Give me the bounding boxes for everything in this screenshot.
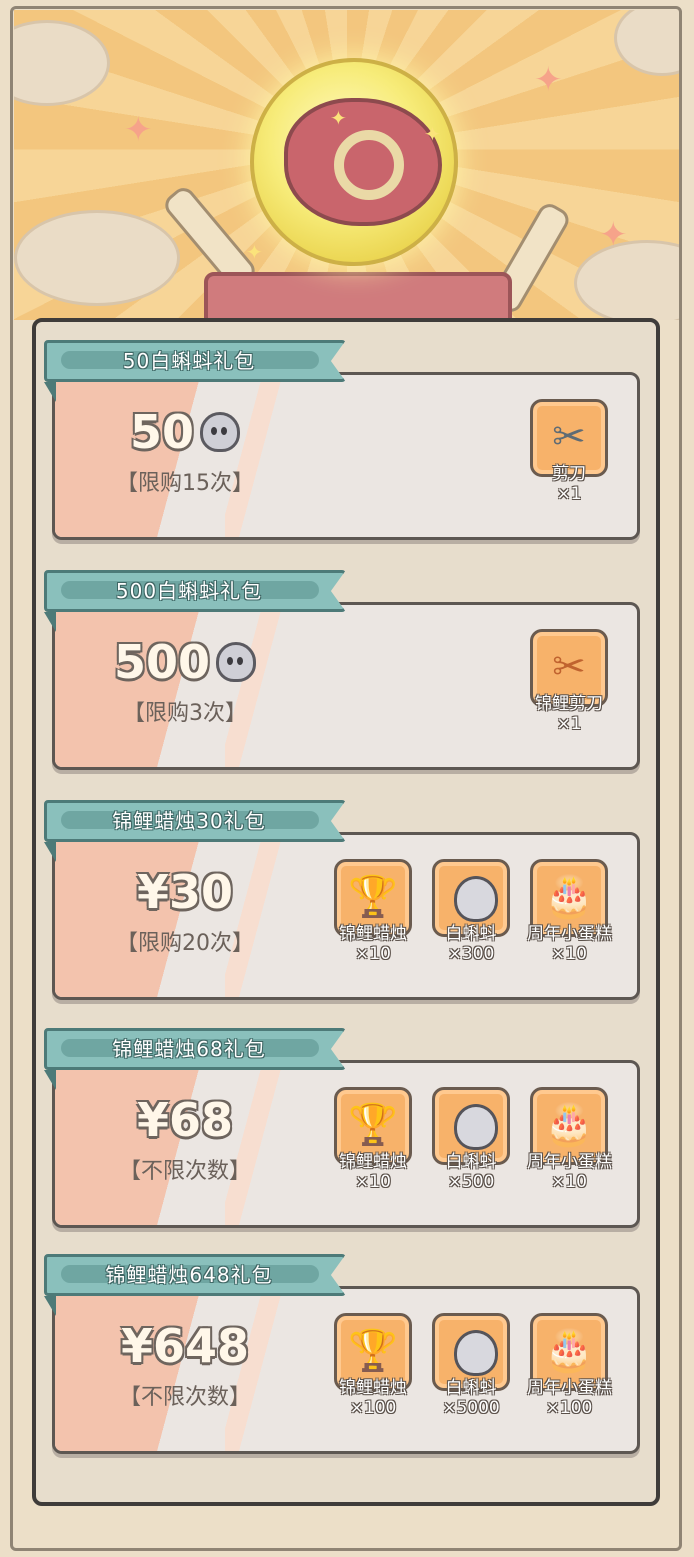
pack-card[interactable]: 500 【限购3次】 ✂ 锦鲤剪刀 ×1 xyxy=(52,602,640,770)
purchase-limit: 【不限次数】 xyxy=(118,1159,251,1184)
koi-candle-icon: 🏆 xyxy=(348,1328,398,1374)
item-quantity: ×100 xyxy=(545,1398,593,1418)
pack-title: 500白蝌蚪礼包 xyxy=(115,579,263,603)
item-name: 白蝌蚪 xyxy=(445,1378,497,1398)
pack-title-ribbon: 锦鲤蜡烛30礼包 xyxy=(44,800,346,842)
item-quantity: ×100 xyxy=(349,1398,397,1418)
reward-item[interactable]: 🎂 周年小蛋糕 ×100 xyxy=(527,1313,612,1418)
price-label: ¥30 xyxy=(136,865,234,919)
koi-candle-icon: 🏆 xyxy=(348,1102,398,1148)
pack-title: 锦鲤蜡烛30礼包 xyxy=(112,809,266,833)
pack-card[interactable]: 50 【限购15次】 ✂ 剪刀 ×1 xyxy=(52,372,640,540)
pack-title: 50白蝌蚪礼包 xyxy=(122,349,256,373)
reward-item[interactable]: 🏆 锦鲤蜡烛 ×100 xyxy=(331,1313,415,1418)
price-area: 500 【限购3次】 xyxy=(85,635,285,727)
white-tadpole-icon xyxy=(216,642,257,682)
item-name: 白蝌蚪 xyxy=(445,1152,497,1172)
item-name: 剪刀 xyxy=(552,464,586,484)
pack-title-ribbon: 50白蝌蚪礼包 xyxy=(44,340,346,382)
item-quantity: ×500 xyxy=(447,1172,495,1192)
price-area: ¥648 【不限次数】 xyxy=(85,1319,285,1411)
price-value: 500 xyxy=(113,635,211,689)
anniversary-cake-icon: 🎂 xyxy=(544,1102,594,1148)
white-tadpole-icon xyxy=(454,1330,498,1376)
reward-items: 🏆 锦鲤蜡烛 ×10 白蝌蚪 ×500 🎂 周年小蛋糕 ×10 xyxy=(331,1087,612,1192)
purchase-limit: 【不限次数】 xyxy=(118,1385,251,1410)
pack-card[interactable]: ¥648 【不限次数】 🏆 锦鲤蜡烛 ×100 白蝌蚪 ×5000 🎂 周年小蛋… xyxy=(52,1286,640,1454)
item-name: 周年小蛋糕 xyxy=(527,1378,612,1398)
reward-item[interactable]: 🎂 周年小蛋糕 ×10 xyxy=(527,859,612,964)
purchase-limit: 【限购3次】 xyxy=(123,701,247,726)
reward-item[interactable]: ✂ 剪刀 ×1 xyxy=(527,399,611,504)
price-area: ¥68 【不限次数】 xyxy=(85,1093,285,1185)
item-name: 周年小蛋糕 xyxy=(527,924,612,944)
price-label: 500 xyxy=(113,635,257,689)
pack-title-ribbon: 锦鲤蜡烛648礼包 xyxy=(44,1254,346,1296)
item-name: 锦鲤蜡烛 xyxy=(339,1378,407,1398)
item-name: 锦鲤蜡烛 xyxy=(339,1152,407,1172)
anniversary-cake-icon: 🎂 xyxy=(544,1328,594,1374)
reward-items: 🏆 锦鲤蜡烛 ×10 白蝌蚪 ×300 🎂 周年小蛋糕 ×10 xyxy=(331,859,612,964)
anniversary-cake-icon: 🎂 xyxy=(544,874,594,920)
item-name: 锦鲤剪刀 xyxy=(535,694,603,714)
price-value: 50 xyxy=(129,405,194,459)
white-tadpole-icon xyxy=(200,412,240,452)
item-quantity: ×5000 xyxy=(442,1398,500,1418)
pack-title: 锦鲤蜡烛68礼包 xyxy=(112,1037,266,1061)
price-label: ¥648 xyxy=(120,1319,250,1373)
price-area: 50 【限购15次】 xyxy=(85,405,285,497)
reward-item[interactable]: 白蝌蚪 ×500 xyxy=(429,1087,513,1192)
reward-items: 🏆 锦鲤蜡烛 ×100 白蝌蚪 ×5000 🎂 周年小蛋糕 ×100 xyxy=(331,1313,612,1418)
reward-item[interactable]: 🎂 周年小蛋糕 ×10 xyxy=(527,1087,612,1192)
item-quantity: ×1 xyxy=(556,484,582,504)
item-quantity: ×1 xyxy=(556,714,582,734)
item-name: 白蝌蚪 xyxy=(445,924,497,944)
purchase-limit: 【限购20次】 xyxy=(116,931,254,956)
item-quantity: ×10 xyxy=(355,1172,391,1192)
reward-items: ✂ 锦鲤剪刀 ×1 xyxy=(527,629,611,734)
reward-items: ✂ 剪刀 ×1 xyxy=(527,399,611,504)
koi-scissors-icon: ✂ xyxy=(552,644,586,690)
white-tadpole-icon xyxy=(454,1104,498,1150)
pack-title-ribbon: 500白蝌蚪礼包 xyxy=(44,570,346,612)
reward-item[interactable]: 🏆 锦鲤蜡烛 ×10 xyxy=(331,859,415,964)
price-label: ¥68 xyxy=(136,1093,234,1147)
scissors-icon: ✂ xyxy=(552,414,586,460)
item-name: 锦鲤蜡烛 xyxy=(339,924,407,944)
reward-item[interactable]: ✂ 锦鲤剪刀 ×1 xyxy=(527,629,611,734)
shop-page: { "packs": [ { "title": "50白蝌蚪礼包", "pric… xyxy=(0,0,694,1557)
purchase-limit: 【限购15次】 xyxy=(116,471,254,496)
item-name: 周年小蛋糕 xyxy=(527,1152,612,1172)
item-quantity: ×10 xyxy=(551,1172,587,1192)
reward-item[interactable]: 白蝌蚪 ×300 xyxy=(429,859,513,964)
item-quantity: ×10 xyxy=(551,944,587,964)
reward-item[interactable]: 白蝌蚪 ×5000 xyxy=(429,1313,513,1418)
koi-candle-icon: 🏆 xyxy=(348,874,398,920)
pack-title-ribbon: 锦鲤蜡烛68礼包 xyxy=(44,1028,346,1070)
pack-title: 锦鲤蜡烛648礼包 xyxy=(105,1263,273,1287)
price-label: 50 xyxy=(130,405,240,459)
pack-card[interactable]: ¥68 【不限次数】 🏆 锦鲤蜡烛 ×10 白蝌蚪 ×500 🎂 周年小蛋糕 ×… xyxy=(52,1060,640,1228)
pack-card[interactable]: ¥30 【限购20次】 🏆 锦鲤蜡烛 ×10 白蝌蚪 ×300 🎂 周年小蛋糕 … xyxy=(52,832,640,1000)
reward-item[interactable]: 🏆 锦鲤蜡烛 ×10 xyxy=(331,1087,415,1192)
white-tadpole-icon xyxy=(454,876,498,922)
item-quantity: ×10 xyxy=(355,944,391,964)
item-quantity: ×300 xyxy=(447,944,495,964)
price-area: ¥30 【限购20次】 xyxy=(85,865,285,957)
